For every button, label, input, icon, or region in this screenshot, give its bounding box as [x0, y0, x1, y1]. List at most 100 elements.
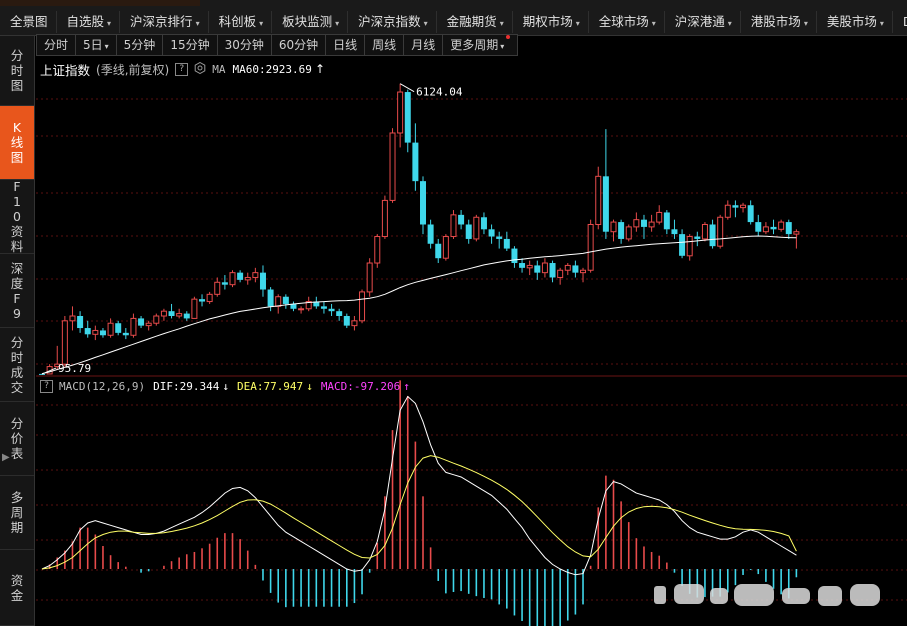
candle-body — [458, 214, 465, 225]
period-button[interactable]: 60分钟 — [270, 34, 327, 56]
sidebar-item[interactable]: 分价表 — [0, 402, 34, 476]
menu-item[interactable]: 全球市场 ▾ — [589, 11, 665, 33]
candle-body — [572, 265, 579, 273]
candle-body — [237, 272, 244, 280]
candle-body — [671, 229, 678, 235]
period-label: 60分钟 — [278, 38, 319, 52]
period-button[interactable]: 更多周期 ▾ — [442, 34, 519, 56]
candle-body — [595, 175, 602, 225]
sidebar-item[interactable]: 分时成交 — [0, 328, 34, 402]
menu-item-label: 全景图 — [10, 14, 48, 29]
candle-body — [541, 262, 548, 274]
menu-item[interactable]: 沪深京指数 ▾ — [348, 11, 437, 33]
menu-item[interactable]: 沪深京排行 ▾ — [120, 11, 209, 33]
period-button[interactable]: 月线 — [403, 34, 444, 56]
menu-item[interactable]: 金融期货 ▾ — [437, 11, 513, 33]
period-button[interactable]: 30分钟 — [216, 34, 272, 56]
dea-value: DEA:77.947 — [236, 379, 304, 393]
period-button[interactable]: 15分钟 — [162, 34, 218, 56]
main-menu: 全景图 自选股 ▾ 沪深京排行 ▾ 科创板 ▾ 板块监测 ▾ 沪深京指数 ▾ 金融期货 ▾ 期权市场 ▾ 全球… — [0, 10, 907, 34]
menu-item[interactable]: 板块监测 ▾ — [272, 11, 349, 33]
candle-body — [488, 229, 495, 237]
candle-body — [328, 308, 335, 312]
candle-body — [564, 264, 571, 271]
menu-item-label: DDE — [903, 14, 907, 29]
macd-arrow: ↑ — [403, 379, 410, 393]
menu-item[interactable]: 美股市场 ▾ — [817, 11, 893, 33]
period-button[interactable]: 5分钟 — [115, 34, 164, 56]
settings-icon[interactable] — [194, 61, 206, 77]
candle-body — [214, 281, 221, 295]
candle-body — [686, 236, 693, 257]
caret-down-icon: ▾ — [259, 19, 264, 28]
candle-body — [610, 221, 617, 233]
candle-body — [130, 317, 137, 336]
candle-body — [602, 176, 609, 232]
menu-item-label: 沪深京指数 — [358, 14, 421, 29]
menu-item[interactable]: 港股市场 ▾ — [741, 11, 817, 33]
candle-body — [206, 293, 213, 303]
menu-item[interactable]: DDE — [893, 11, 907, 33]
macd-help-icon[interactable]: ? — [40, 379, 53, 393]
period-label: 日线 — [333, 38, 358, 52]
caret-down-icon: ▾ — [803, 19, 808, 28]
help-icon[interactable]: ? — [175, 62, 189, 76]
candle-body — [717, 216, 724, 247]
candle-body — [92, 329, 99, 335]
sidebar-item[interactable]: 资金 — [0, 550, 34, 626]
candle-body — [191, 298, 198, 319]
sidebar-item[interactable]: K线图 — [0, 106, 34, 180]
dif-arrow: ↓ — [222, 379, 229, 393]
period-button[interactable]: 日线 — [325, 34, 366, 56]
candle-body — [298, 308, 305, 311]
ma-label: MA — [212, 62, 226, 76]
macd-info-bar: ? MACD(12,26,9) DIF:29.344 ↓ DEA:77.947 … — [40, 378, 410, 394]
menu-item-label: 板块监测 — [282, 14, 333, 29]
candle-body — [107, 322, 114, 336]
period-label: 分时 — [44, 38, 69, 52]
candle-body — [747, 205, 754, 223]
candle-body — [259, 272, 266, 290]
collapse-arrow-icon[interactable]: ▶ — [2, 452, 10, 463]
candle-body — [549, 263, 556, 278]
menu-item[interactable]: 科创板 ▾ — [209, 11, 273, 33]
candle-body — [343, 316, 350, 326]
sidebar-item[interactable]: F10资料 — [0, 179, 34, 254]
candle-body — [557, 269, 564, 278]
menu-item[interactable]: 沪深港通 ▾ — [665, 11, 741, 33]
candle-body — [160, 310, 167, 317]
period-label: 5分钟 — [123, 38, 156, 52]
candle-body — [229, 272, 236, 286]
sidebar-item[interactable]: 分时图 — [0, 36, 34, 106]
candle-body — [77, 316, 84, 329]
period-label: 更多周期 — [450, 38, 499, 52]
menu-item[interactable]: 自选股 ▾ — [57, 11, 121, 33]
period-button[interactable]: 分时 — [36, 34, 77, 56]
blurred-watermark — [654, 584, 880, 606]
period-button[interactable]: 周线 — [364, 34, 405, 56]
period-label: 月线 — [411, 38, 436, 52]
menu-item[interactable]: 期权市场 ▾ — [513, 11, 589, 33]
period-label: 周线 — [372, 38, 397, 52]
candle-body — [770, 226, 777, 230]
low-price-label: 95.79 — [58, 362, 91, 375]
menu-item-label: 全球市场 — [598, 14, 649, 29]
period-label: 30分钟 — [224, 38, 264, 52]
menu-item[interactable]: 全景图 — [0, 11, 57, 33]
sidebar-item[interactable]: 多周期 — [0, 476, 34, 550]
sidebar-item-label: K线图 — [10, 120, 24, 165]
sidebar-item[interactable]: 深度F9 — [0, 254, 34, 328]
candle-body — [412, 142, 419, 182]
candle-body — [511, 248, 518, 264]
candle-body — [785, 222, 792, 235]
menu-item-label: 美股市场 — [826, 14, 877, 29]
caret-down-icon: ▾ — [499, 19, 504, 28]
candle-body — [145, 322, 152, 327]
kline-chart[interactable]: 6124.04 95.79 — [36, 80, 907, 626]
candle-body — [99, 330, 106, 336]
candle-body — [252, 272, 259, 278]
ma60-value: MA60:2923.69 — [232, 62, 312, 76]
candle-body — [656, 211, 663, 223]
period-button[interactable]: 5日 ▾ — [75, 34, 117, 56]
dea-arrow: ↓ — [306, 379, 313, 393]
